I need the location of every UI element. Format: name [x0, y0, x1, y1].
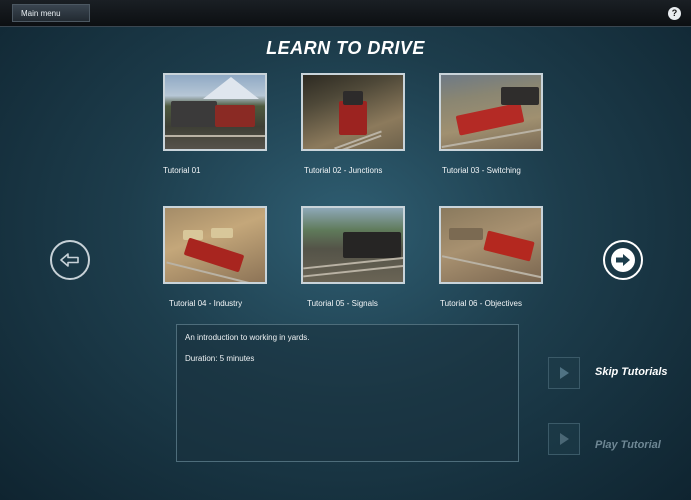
arrow-left-icon	[60, 253, 79, 267]
tutorial-label: Tutorial 03 - Switching	[442, 166, 521, 175]
tutorial-05-card[interactable]: Tutorial 05 - Signals	[288, 206, 418, 308]
tutorial-label: Tutorial 06 - Objectives	[440, 299, 522, 308]
skip-tutorials-button[interactable]	[548, 357, 580, 389]
tutorial-02-thumbnail	[301, 73, 405, 151]
tutorial-label: Tutorial 04 - Industry	[169, 299, 243, 308]
play-tutorial-label[interactable]: Play Tutorial	[595, 439, 661, 451]
tutorial-06-thumbnail	[439, 206, 543, 284]
tutorial-04-thumbnail	[163, 206, 267, 284]
play-icon	[560, 433, 569, 445]
tutorial-02-card[interactable]: Tutorial 02 - Junctions	[288, 73, 418, 175]
play-tutorial-button[interactable]	[548, 423, 580, 455]
skip-tutorials-label[interactable]: Skip Tutorials	[595, 366, 668, 378]
main-menu-button[interactable]: Main menu	[12, 4, 90, 22]
tutorial-06-card[interactable]: Tutorial 06 - Objectives	[426, 206, 556, 308]
duration-text: Duration: 5 minutes	[185, 354, 255, 363]
tutorial-03-card[interactable]: Tutorial 03 - Switching	[426, 73, 556, 175]
tutorial-05-thumbnail	[301, 206, 405, 284]
tutorial-01-card[interactable]: Tutorial 01	[150, 73, 280, 175]
page-title: LEARN TO DRIVE	[266, 38, 425, 58]
description-text: An introduction to working in yards.	[185, 333, 310, 342]
tutorial-label: Tutorial 02 - Junctions	[304, 166, 383, 175]
tutorial-04-card[interactable]: Tutorial 04 - Industry	[150, 206, 280, 308]
tutorial-label: Tutorial 05 - Signals	[307, 299, 378, 308]
tutorial-01-thumbnail	[163, 73, 267, 151]
tutorial-03-thumbnail	[439, 73, 543, 151]
top-bar: Main menu ?	[0, 0, 691, 27]
tutorial-description-panel: An introduction to working in yards. Dur…	[176, 324, 519, 462]
next-page-button[interactable]	[603, 240, 643, 280]
previous-page-button[interactable]	[50, 240, 90, 280]
help-icon[interactable]: ?	[668, 7, 681, 20]
tutorial-label: Tutorial 01	[163, 166, 201, 175]
arrow-right-icon	[611, 248, 635, 272]
play-icon	[560, 367, 569, 379]
